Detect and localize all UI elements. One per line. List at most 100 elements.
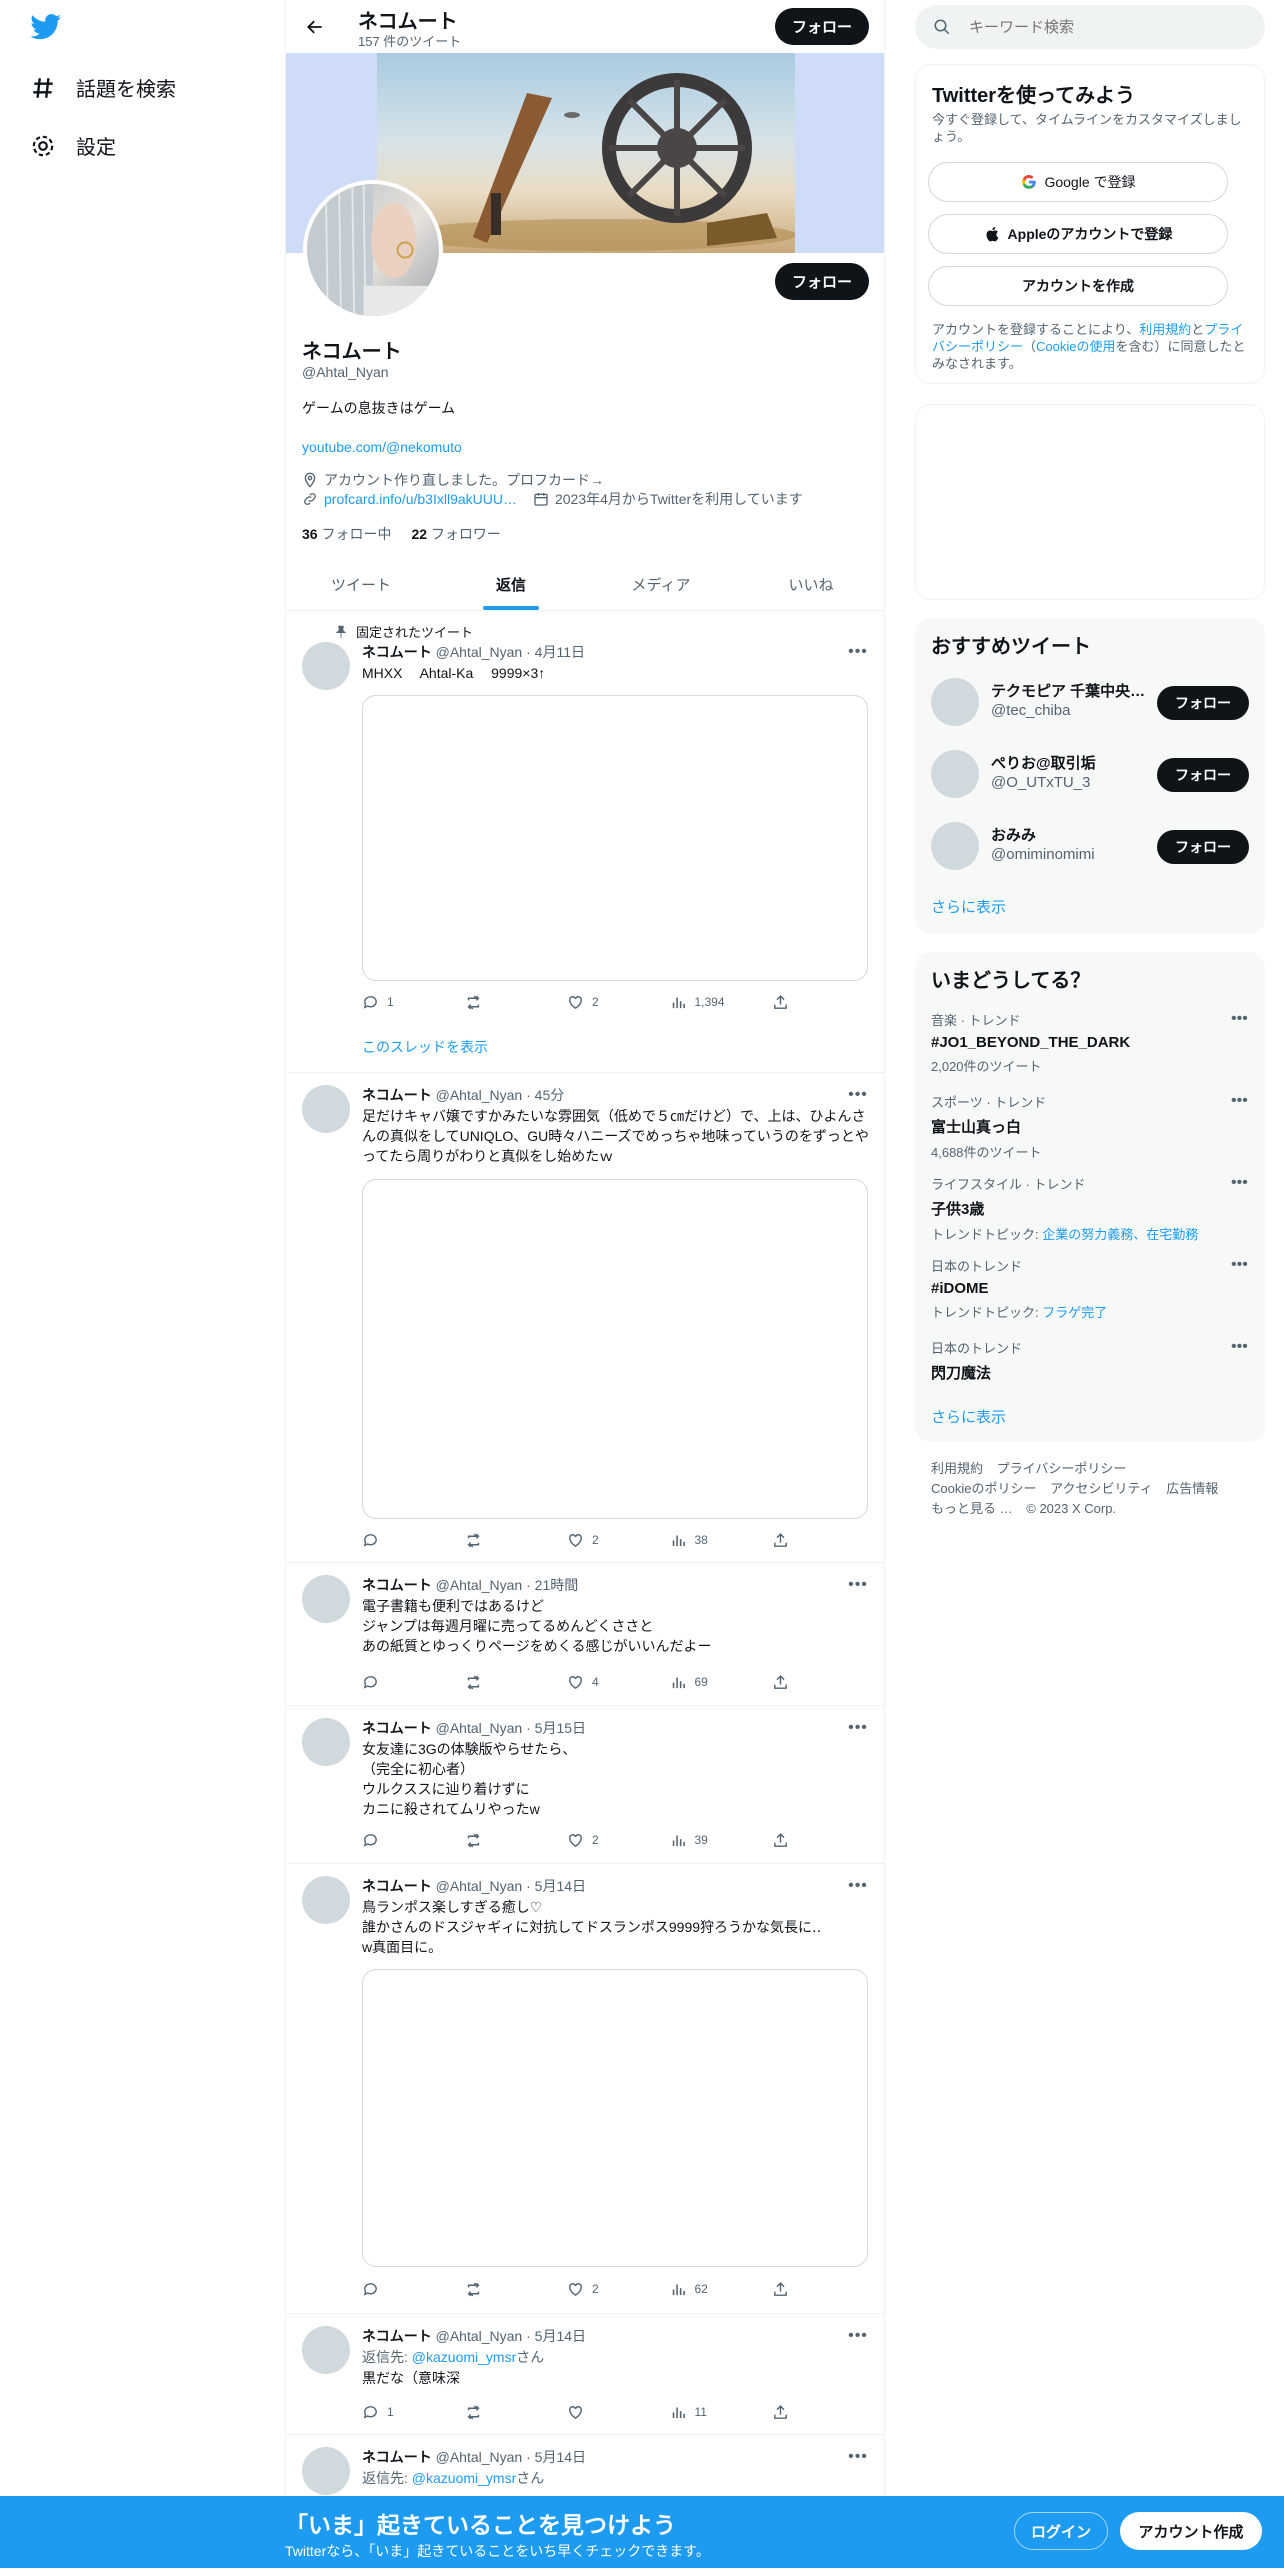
tweet-author[interactable]: ネコムート <box>362 2328 432 2344</box>
terms-link[interactable]: 利用規約 <box>1139 322 1191 337</box>
views-button[interactable]: 62 <box>670 2279 750 2299</box>
retweet-button[interactable] <box>465 992 545 1012</box>
tweet[interactable]: ネコムート @Ahtal_Nyan · 45分 ••• 足だけキャバ嬢ですかみた… <box>286 1073 884 1563</box>
tweet-media[interactable] <box>362 1969 868 2267</box>
tweet[interactable]: ネコムート @Ahtal_Nyan · 5月14日 ••• 鳥ランポス楽しすぎる… <box>286 1864 884 2314</box>
retweet-button[interactable] <box>465 1830 545 1850</box>
trend-item[interactable]: 日本のトレンド 閃刀魔法 ••• <box>931 1338 1251 1408</box>
back-arrow-icon[interactable] <box>300 12 330 42</box>
retweet-button[interactable] <box>465 2279 545 2299</box>
profile-url[interactable]: profcard.info/u/b3Ixll9akUUU… <box>324 491 517 507</box>
follow-button[interactable]: フォロー <box>1157 830 1249 864</box>
show-thread-link[interactable]: このスレッドを表示 <box>362 1037 488 1057</box>
tweet-author[interactable]: ネコムート <box>362 1087 432 1103</box>
more-options-icon[interactable]: ••• <box>846 1718 870 1738</box>
who-show-more-link[interactable]: さらに表示 <box>931 896 1006 917</box>
more-options-icon[interactable]: ••• <box>1231 1174 1248 1192</box>
more-options-icon[interactable]: ••• <box>1231 1338 1248 1356</box>
tab-replies[interactable]: 返信 <box>436 559 586 610</box>
more-options-icon[interactable]: ••• <box>846 1575 870 1595</box>
follow-button[interactable]: フォロー <box>1157 686 1249 720</box>
avatar[interactable] <box>931 822 979 870</box>
signup-button[interactable]: アカウント作成 <box>1120 2512 1262 2550</box>
like-button[interactable]: 2 <box>567 1530 647 1550</box>
reply-button[interactable] <box>362 1530 442 1550</box>
create-account-button[interactable]: アカウントを作成 <box>928 266 1228 306</box>
more-options-icon[interactable]: ••• <box>846 642 870 662</box>
like-button[interactable]: 2 <box>567 992 647 1012</box>
trend-item[interactable]: 日本のトレンド #iDOME トレンドトピック: フラゲ完了 ••• <box>931 1256 1251 1326</box>
tab-media[interactable]: メディア <box>586 559 736 610</box>
profile-bio-link[interactable]: youtube.com/@nekomuto <box>302 439 462 455</box>
more-options-icon[interactable]: ••• <box>846 2447 870 2467</box>
footer-privacy-link[interactable]: プライバシーポリシー <box>997 1461 1127 1476</box>
avatar[interactable] <box>302 642 350 690</box>
trend-item[interactable]: 音楽 · トレンド #JO1_BEYOND_THE_DARK 2,020件のツイ… <box>931 1010 1251 1080</box>
reply-mention[interactable]: @kazuomi_ymsr <box>412 2470 516 2486</box>
footer-cookie-link[interactable]: Cookieのポリシー <box>931 1481 1036 1496</box>
retweet-button[interactable] <box>465 1672 545 1692</box>
follow-button[interactable]: フォロー <box>1157 758 1249 792</box>
avatar[interactable] <box>302 1575 350 1623</box>
tweet-author[interactable]: ネコムート <box>362 1720 432 1736</box>
reply-button[interactable]: 1 <box>362 992 442 1012</box>
avatar[interactable] <box>302 1718 350 1766</box>
views-button[interactable]: 69 <box>670 1672 750 1692</box>
trends-show-more-link[interactable]: さらに表示 <box>931 1406 1006 1427</box>
share-button[interactable] <box>772 2279 792 2299</box>
tweet[interactable]: 固定されたツイート ネコムート @Ahtal_Nyan · 4月11日 ••• … <box>286 612 884 1073</box>
search-input[interactable] <box>969 18 1219 36</box>
tab-tweets[interactable]: ツイート <box>286 559 436 610</box>
share-button[interactable] <box>772 1830 792 1850</box>
twitter-logo-icon[interactable] <box>30 14 62 40</box>
suggested-user[interactable]: テクモピア 千葉中央店【公式】 @tec_chiba フォロー <box>931 674 1251 730</box>
footer-accessibility-link[interactable]: アクセシビリティ <box>1050 1481 1153 1496</box>
like-button[interactable]: 2 <box>567 1830 647 1850</box>
tweet[interactable]: ネコムート @Ahtal_Nyan · 5月15日 ••• 女友達に3Gの体験版… <box>286 1706 884 1864</box>
tweet-media[interactable] <box>362 1179 868 1519</box>
trend-topics-link[interactable]: 企業の努力義務、在宅勤務 <box>1042 1227 1198 1242</box>
tweet-author[interactable]: ネコムート <box>362 2449 432 2465</box>
reply-mention[interactable]: @kazuomi_ymsr <box>412 2349 516 2365</box>
nav-settings[interactable]: 設定 <box>30 131 116 160</box>
suggested-user[interactable]: おみみ @omiminomimi フォロー <box>931 818 1251 874</box>
suggested-user[interactable]: ぺりお@取引垢 @O_UTxTU_3 フォロー <box>931 746 1251 802</box>
share-button[interactable] <box>772 1672 792 1692</box>
more-options-icon[interactable]: ••• <box>846 1085 870 1105</box>
banner-image[interactable] <box>377 53 795 253</box>
reply-button[interactable] <box>362 1672 442 1692</box>
share-button[interactable] <box>772 1530 792 1550</box>
reply-button[interactable] <box>362 2279 442 2299</box>
views-button[interactable]: 1,394 <box>670 992 750 1012</box>
trend-item[interactable]: ライフスタイル · トレンド 子供3歳 トレンドトピック: 企業の努力義務、在宅… <box>931 1174 1251 1244</box>
reply-button[interactable] <box>362 1830 442 1850</box>
tweet-author[interactable]: ネコムート <box>362 644 432 660</box>
avatar[interactable] <box>302 2326 350 2374</box>
trend-item[interactable]: スポーツ · トレンド 富士山真っ白 4,688件のツイート ••• <box>931 1092 1251 1162</box>
avatar[interactable] <box>302 1876 350 1924</box>
tweet-media[interactable] <box>362 695 868 981</box>
like-button[interactable]: 4 <box>567 1672 647 1692</box>
header-follow-button[interactable]: フォロー <box>775 8 869 45</box>
avatar[interactable] <box>302 1085 350 1133</box>
tweet-author[interactable]: ネコムート <box>362 1577 432 1593</box>
views-button[interactable]: 39 <box>670 1830 750 1850</box>
footer-terms-link[interactable]: 利用規約 <box>931 1461 983 1476</box>
login-button[interactable]: ログイン <box>1014 2512 1108 2550</box>
avatar[interactable] <box>302 2447 350 2495</box>
tab-likes[interactable]: いいね <box>736 559 884 610</box>
more-options-icon[interactable]: ••• <box>846 2326 870 2346</box>
views-button[interactable]: 38 <box>670 1530 750 1550</box>
profile-follow-button[interactable]: フォロー <box>775 263 869 300</box>
views-button[interactable]: 11 <box>670 2402 750 2422</box>
nav-explore[interactable]: 話題を検索 <box>30 73 176 102</box>
followers-link[interactable]: 22 フォロワー <box>411 524 500 544</box>
search-bar[interactable] <box>915 5 1265 49</box>
reply-button[interactable]: 1 <box>362 2402 442 2422</box>
share-button[interactable] <box>772 992 792 1012</box>
footer-ads-link[interactable]: 広告情報 <box>1166 1481 1218 1496</box>
apple-signup-button[interactable]: Appleのアカウントで登録 <box>928 214 1228 254</box>
google-signup-button[interactable]: Google で登録 <box>928 162 1228 202</box>
profile-avatar[interactable] <box>303 180 443 320</box>
following-link[interactable]: 36 フォロー中 <box>302 524 391 544</box>
